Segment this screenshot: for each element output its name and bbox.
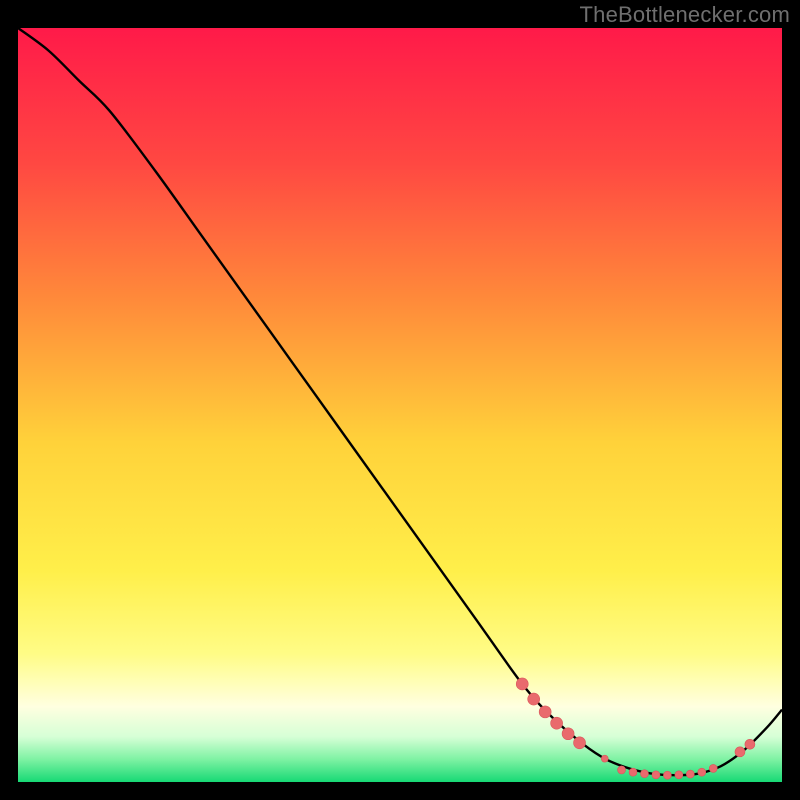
curve-marker: [551, 717, 563, 729]
curve-marker: [745, 739, 755, 749]
curve-marker: [663, 771, 671, 779]
attribution-text: TheBottlenecker.com: [580, 2, 790, 28]
curve-marker: [735, 747, 745, 757]
chart-stage: TheBottlenecker.com: [0, 0, 800, 800]
curve-marker: [629, 768, 637, 776]
curve-marker: [516, 678, 528, 690]
curve-marker: [528, 693, 540, 705]
curve-marker: [601, 755, 608, 762]
chart-svg: [18, 28, 782, 782]
curve-marker: [562, 728, 574, 740]
curve-marker: [709, 764, 717, 772]
plot-area: [18, 28, 782, 782]
curve-marker: [574, 737, 586, 749]
curve-marker: [686, 770, 694, 778]
curve-marker: [618, 766, 626, 774]
curve-marker: [675, 771, 683, 779]
curve-marker: [698, 768, 706, 776]
curve-marker: [652, 771, 660, 779]
curve-marker: [640, 770, 648, 778]
curve-marker: [539, 706, 551, 718]
